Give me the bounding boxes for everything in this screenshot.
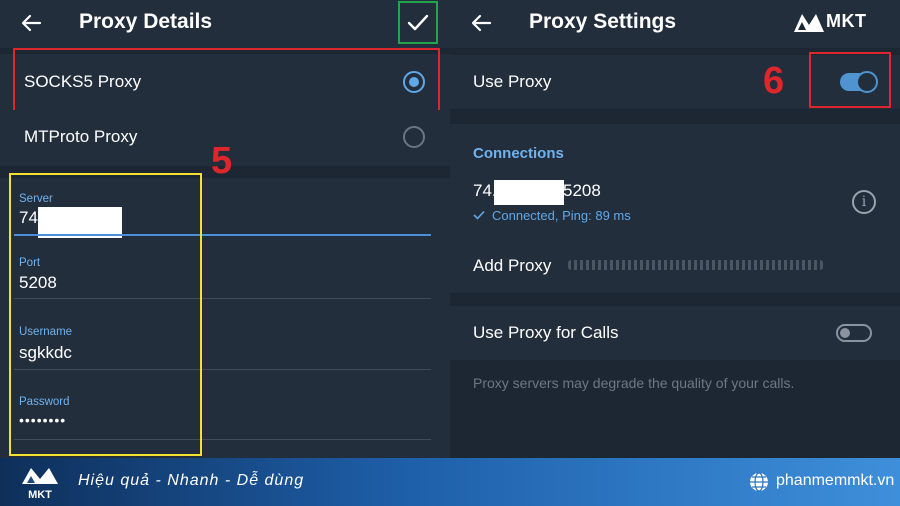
mkt-logo: MKT xyxy=(793,10,893,38)
use-proxy-calls-row[interactable]: Use Proxy for Calls xyxy=(450,306,900,360)
proxy-details-topbar: Proxy Details xyxy=(0,0,450,48)
info-icon[interactable]: i xyxy=(852,190,876,214)
proxy-settings-topbar: Proxy Settings MKT xyxy=(450,0,900,48)
mtproto-proxy-label: MTProto Proxy xyxy=(24,127,138,146)
form-highlight-box xyxy=(9,173,202,456)
connection-status: Connected, Ping: 89 ms xyxy=(492,208,631,223)
use-proxy-calls-toggle[interactable] xyxy=(836,324,872,342)
back-arrow-icon[interactable] xyxy=(470,12,492,34)
page-title: Proxy Settings xyxy=(529,10,677,33)
back-arrow-icon[interactable] xyxy=(20,12,42,34)
brand-banner: MKT Hiệu quả - Nhanh - Dễ dùng phanmemmk… xyxy=(0,458,900,506)
toggle-highlight-box xyxy=(809,52,891,108)
connected-check-icon xyxy=(473,210,485,220)
logo-text: MKT xyxy=(826,11,867,31)
use-proxy-calls-label: Use Proxy for Calls xyxy=(473,323,619,342)
use-proxy-label: Use Proxy xyxy=(473,72,552,91)
proxy-settings-screen: Proxy Settings MKT Use Proxy 6 Connectio… xyxy=(450,0,900,458)
mkt-logo-icon xyxy=(794,14,824,32)
mtproto-radio[interactable] xyxy=(403,126,425,148)
step-number-5: 5 xyxy=(211,140,233,182)
checkmark-icon xyxy=(407,14,429,30)
blurred-text xyxy=(568,260,823,270)
calls-hint-text: Proxy servers may degrade the quality of… xyxy=(473,375,795,391)
mkt-logo-icon: MKT xyxy=(22,468,58,501)
step-number-6: 6 xyxy=(763,60,785,102)
banner-logo-text: MKT xyxy=(28,489,52,501)
proxy-details-screen: Proxy Details SOCKS5 Proxy MTProto Proxy… xyxy=(0,0,450,458)
socks5-highlight-box xyxy=(13,48,440,115)
globe-icon xyxy=(750,472,768,492)
address-redaction xyxy=(494,180,564,205)
brand-slogan: Hiệu quả - Nhanh - Dễ dùng xyxy=(78,472,305,489)
save-check-button[interactable] xyxy=(398,1,438,44)
connection-address-end: 5208 xyxy=(563,181,601,200)
brand-website[interactable]: phanmemmkt.vn xyxy=(776,472,894,490)
add-proxy-button[interactable]: Add Proxy xyxy=(473,256,551,276)
connections-heading: Connections xyxy=(473,145,564,162)
page-title: Proxy Details xyxy=(79,10,213,33)
